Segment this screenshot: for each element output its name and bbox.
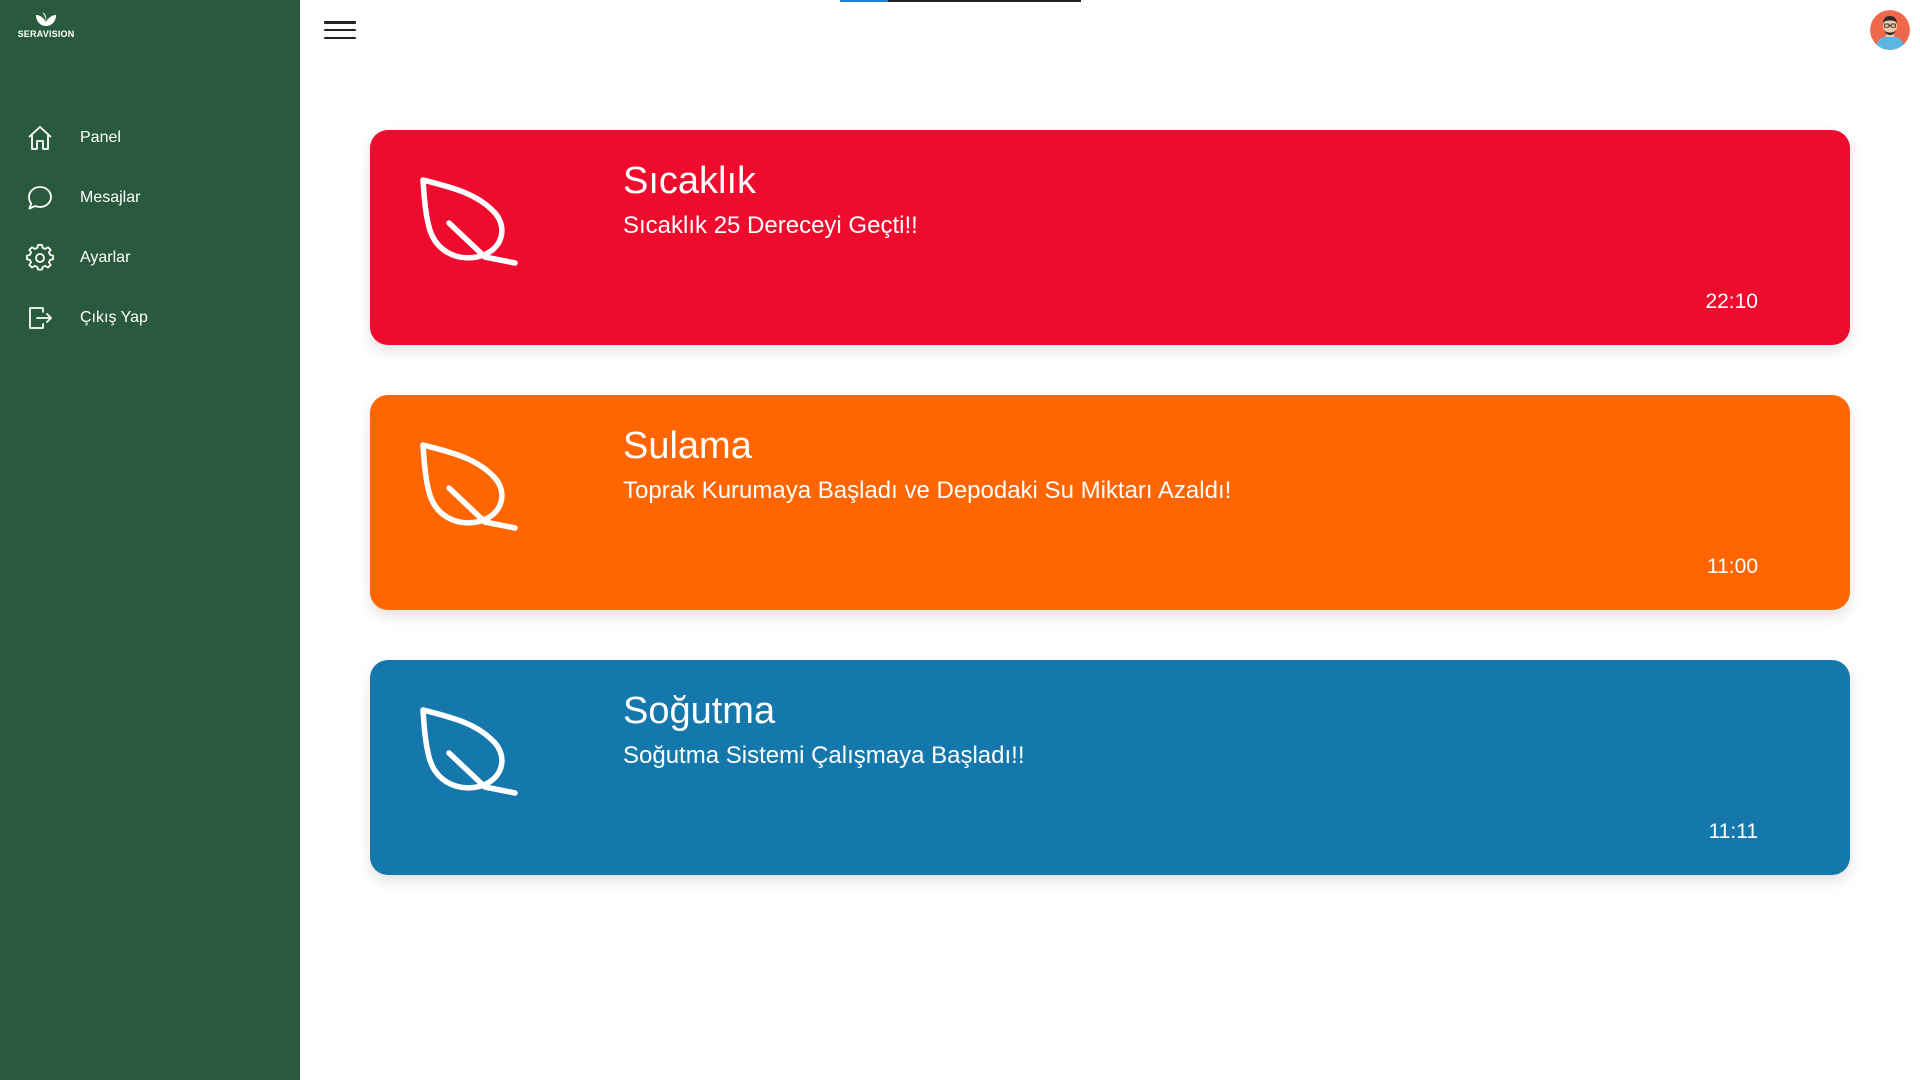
sidebar-item-panel[interactable]: Panel bbox=[0, 108, 300, 168]
gear-icon bbox=[26, 244, 54, 272]
notification-title: Sulama bbox=[623, 425, 752, 467]
notification-list: Sıcaklık Sıcaklık 25 Dereceyi Geçti!! 22… bbox=[370, 130, 1850, 925]
leaf-icon bbox=[415, 705, 520, 805]
notification-title: Sıcaklık bbox=[623, 160, 757, 202]
sidebar-item-label: Ayarlar bbox=[80, 249, 131, 266]
notification-message: Sıcaklık 25 Dereceyi Geçti!! bbox=[623, 212, 918, 239]
sidebar: SERAVISION Panel Mesajlar Ayarlar Çıkış … bbox=[0, 0, 300, 1080]
chat-bubble-icon bbox=[26, 184, 54, 212]
notification-title: Soğutma bbox=[623, 690, 776, 732]
sidebar-item-label: Mesajlar bbox=[80, 189, 141, 206]
sidebar-item-mesajlar[interactable]: Mesajlar bbox=[0, 168, 300, 228]
notification-time: 11:11 bbox=[1708, 820, 1758, 843]
notification-card-sogutma[interactable]: Soğutma Soğutma Sistemi Çalışmaya Başlad… bbox=[370, 660, 1850, 875]
leaf-logo-icon bbox=[36, 12, 56, 26]
notification-time: 11:00 bbox=[1707, 555, 1758, 578]
notification-message: Soğutma Sistemi Çalışmaya Başladı!! bbox=[623, 742, 1025, 769]
leaf-icon bbox=[415, 440, 520, 540]
sidebar-nav: Panel Mesajlar Ayarlar Çıkış Yap bbox=[0, 108, 300, 348]
brand-logo[interactable]: SERAVISION bbox=[16, 10, 76, 42]
brand-name: SERAVISION bbox=[17, 29, 75, 39]
home-icon bbox=[26, 124, 54, 152]
notification-time: 22:10 bbox=[1705, 290, 1758, 313]
loading-progress-bar bbox=[840, 0, 1081, 2]
notification-card-sicaklik[interactable]: Sıcaklık Sıcaklık 25 Dereceyi Geçti!! 22… bbox=[370, 130, 1850, 345]
loading-progress-fill bbox=[840, 0, 889, 2]
top-bar bbox=[300, 0, 1920, 60]
sidebar-item-ayarlar[interactable]: Ayarlar bbox=[0, 228, 300, 288]
leaf-icon bbox=[415, 175, 520, 275]
sidebar-item-label: Çıkış Yap bbox=[80, 309, 148, 326]
user-avatar-icon[interactable] bbox=[1870, 10, 1910, 50]
sidebar-item-label: Panel bbox=[80, 129, 121, 146]
logout-icon bbox=[26, 304, 54, 332]
app-root: SERAVISION Panel Mesajlar Ayarlar Çıkış … bbox=[0, 0, 1920, 1080]
notification-message: Toprak Kurumaya Başladı ve Depodaki Su M… bbox=[623, 477, 1232, 504]
notification-card-sulama[interactable]: Sulama Toprak Kurumaya Başladı ve Depoda… bbox=[370, 395, 1850, 610]
sidebar-item-logout[interactable]: Çıkış Yap bbox=[0, 288, 300, 348]
hamburger-icon[interactable] bbox=[324, 18, 356, 42]
